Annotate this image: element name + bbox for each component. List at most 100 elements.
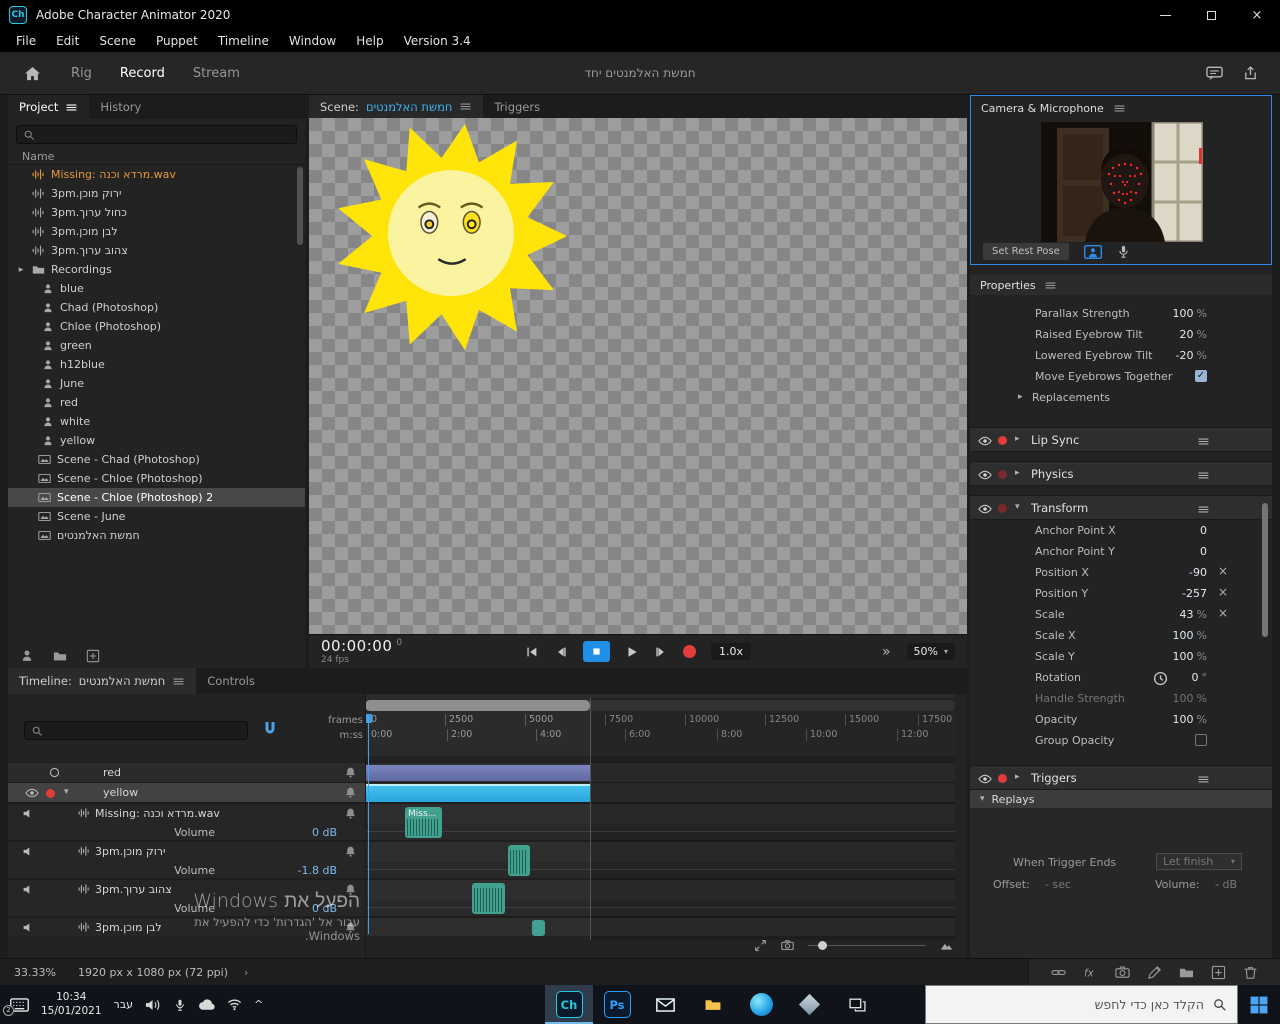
clear-value-icon[interactable]: × [1218,565,1228,577]
property-value-field[interactable]: 0 [1200,545,1207,558]
zoom-slider-thumb[interactable] [818,941,827,950]
previous-frame-button[interactable] [554,645,568,659]
set-rest-pose-button[interactable]: Set Rest Pose [983,243,1069,260]
panel-menu-icon[interactable] [1113,102,1126,115]
record-button[interactable] [682,645,696,658]
new-puppet-icon[interactable] [20,649,34,663]
project-item[interactable]: June [8,374,305,393]
project-search[interactable] [16,125,297,144]
tab-triggers[interactable]: Triggers [483,95,551,118]
track-audio-header[interactable]: Missing: מרדא וכנה.wav Volume 0 dB [8,804,365,840]
chevron-right-icon[interactable]: ▸ [1015,468,1020,478]
speaker-icon[interactable] [22,921,35,934]
circle-icon[interactable] [48,766,61,779]
bell-icon[interactable] [344,786,357,799]
status-zoom[interactable]: 33.33% [14,966,56,979]
taskbar-search-input[interactable] [926,997,1212,1012]
zoom-select[interactable]: 50% ▾ [906,643,955,660]
chevron-down-icon[interactable]: ▾ [64,787,69,797]
bell-icon[interactable] [344,807,357,820]
eye-icon[interactable] [978,772,992,786]
behavior-triggers[interactable]: ▸ Triggers [970,765,1272,790]
timeline-zoom-slider[interactable] [808,936,926,954]
replays-section[interactable]: ▾ Replays [970,790,1272,808]
menu-puppet[interactable]: Puppet [146,34,208,48]
touch-keyboard-icon[interactable]: 2 [3,998,29,1016]
track-audio-header[interactable]: 3pm.ירוק מוכן Volume -1.8 dB [8,842,365,878]
taskbar-clock[interactable]: 10:34 15/01/2021 [41,991,102,1017]
project-item[interactable]: ▸ Recordings [8,260,305,279]
property-value-field[interactable]: -257 [1182,587,1207,600]
project-item[interactable]: 3pm.צהוב ערוך [8,241,305,260]
menu-scene[interactable]: Scene [89,34,146,48]
name-column-header[interactable]: Name [8,148,305,165]
next-frame-button[interactable] [654,645,668,659]
network-icon[interactable] [227,998,242,1012]
when-trigger-ends-select[interactable]: Let finish ▾ [1156,853,1242,870]
tab-controls[interactable]: Controls [196,668,266,694]
menu-help[interactable]: Help [346,34,393,48]
panel-menu-icon[interactable] [1044,279,1057,292]
project-item[interactable]: Chad (Photoshop) [8,298,305,317]
property-value-field[interactable]: -90 [1189,566,1207,579]
menu-file[interactable]: File [6,34,46,48]
track-audio-header[interactable]: 3pm.צהוב ערוך Volume 0 dB [8,880,365,916]
taskbar-app-edge[interactable] [737,985,785,1024]
track-yellow-header[interactable]: ▾ yellow [8,783,365,802]
rotation-dial-icon[interactable] [1153,671,1168,686]
project-item[interactable]: Missing: מרדא וכנה.wav [8,165,305,184]
eye-icon[interactable] [978,468,992,482]
panel-menu-icon[interactable] [459,100,472,113]
chevron-right-icon[interactable]: › [244,966,248,979]
project-item-selected[interactable]: Scene - Chloe (Photoshop) 2 [8,488,305,507]
track-red-header[interactable]: red [8,763,365,782]
property-value-field[interactable]: -20% [1176,349,1207,362]
record-arm-dot[interactable] [998,504,1007,513]
timeline-search-input[interactable] [48,724,241,737]
camera-toggle-icon[interactable] [1084,245,1102,259]
fx-icon[interactable] [1083,965,1098,980]
volume-value[interactable]: 0 dB [312,902,337,915]
snapshot-icon[interactable] [1115,965,1130,980]
clear-value-icon[interactable]: × [1218,586,1228,598]
project-item[interactable]: blue [8,279,305,298]
taskbar-app-file-explorer[interactable] [689,985,737,1024]
eye-icon[interactable] [978,502,992,516]
sun-puppet[interactable] [323,122,579,360]
panel-menu-icon[interactable] [1197,434,1210,448]
timeline-search[interactable] [24,721,248,740]
project-item[interactable]: Chloe (Photoshop) [8,317,305,336]
workspace-tab-stream[interactable]: Stream [179,66,254,81]
close-button[interactable]: × [1234,0,1280,30]
menu-window[interactable]: Window [279,34,346,48]
taskbar-task-view[interactable] [833,985,881,1024]
track-audio-header[interactable]: 3pm.לבן מוכן [8,918,365,936]
property-value-field[interactable]: 100% [1173,629,1207,642]
chevron-right-icon[interactable]: ▸ [16,265,26,275]
speaker-icon[interactable] [22,883,35,896]
taskbar-search[interactable] [925,985,1238,1024]
record-arm-dot[interactable] [998,774,1007,783]
bell-icon[interactable] [344,766,357,779]
right-panel-scrollbar[interactable] [1262,503,1268,637]
workspace-tab-rig[interactable]: Rig [57,66,106,81]
project-item[interactable]: חמשת האלמנטים [8,526,305,545]
project-item[interactable]: green [8,336,305,355]
property-value-field[interactable]: 43% [1180,608,1207,621]
audio-clip[interactable] [508,845,530,876]
panel-menu-icon[interactable] [1197,772,1210,786]
menu-timeline[interactable]: Timeline [208,34,279,48]
delete-icon[interactable] [1243,965,1258,980]
mic-tray-icon[interactable] [174,998,186,1012]
home-icon[interactable] [24,66,41,81]
chevron-right-icon[interactable]: ▸ [1018,392,1023,402]
behavior-lip-sync[interactable]: ▸ Lip Sync [970,427,1272,452]
go-to-start-button[interactable] [525,645,539,659]
property-value-field[interactable]: 100% [1173,650,1207,663]
timecode[interactable]: 00:00:00 [321,637,392,655]
clear-value-icon[interactable]: × [1218,607,1228,619]
bell-icon[interactable] [344,845,357,858]
eye-icon[interactable] [978,434,992,448]
speaker-icon[interactable] [22,807,35,820]
chevron-down-icon[interactable]: ▾ [980,794,985,804]
